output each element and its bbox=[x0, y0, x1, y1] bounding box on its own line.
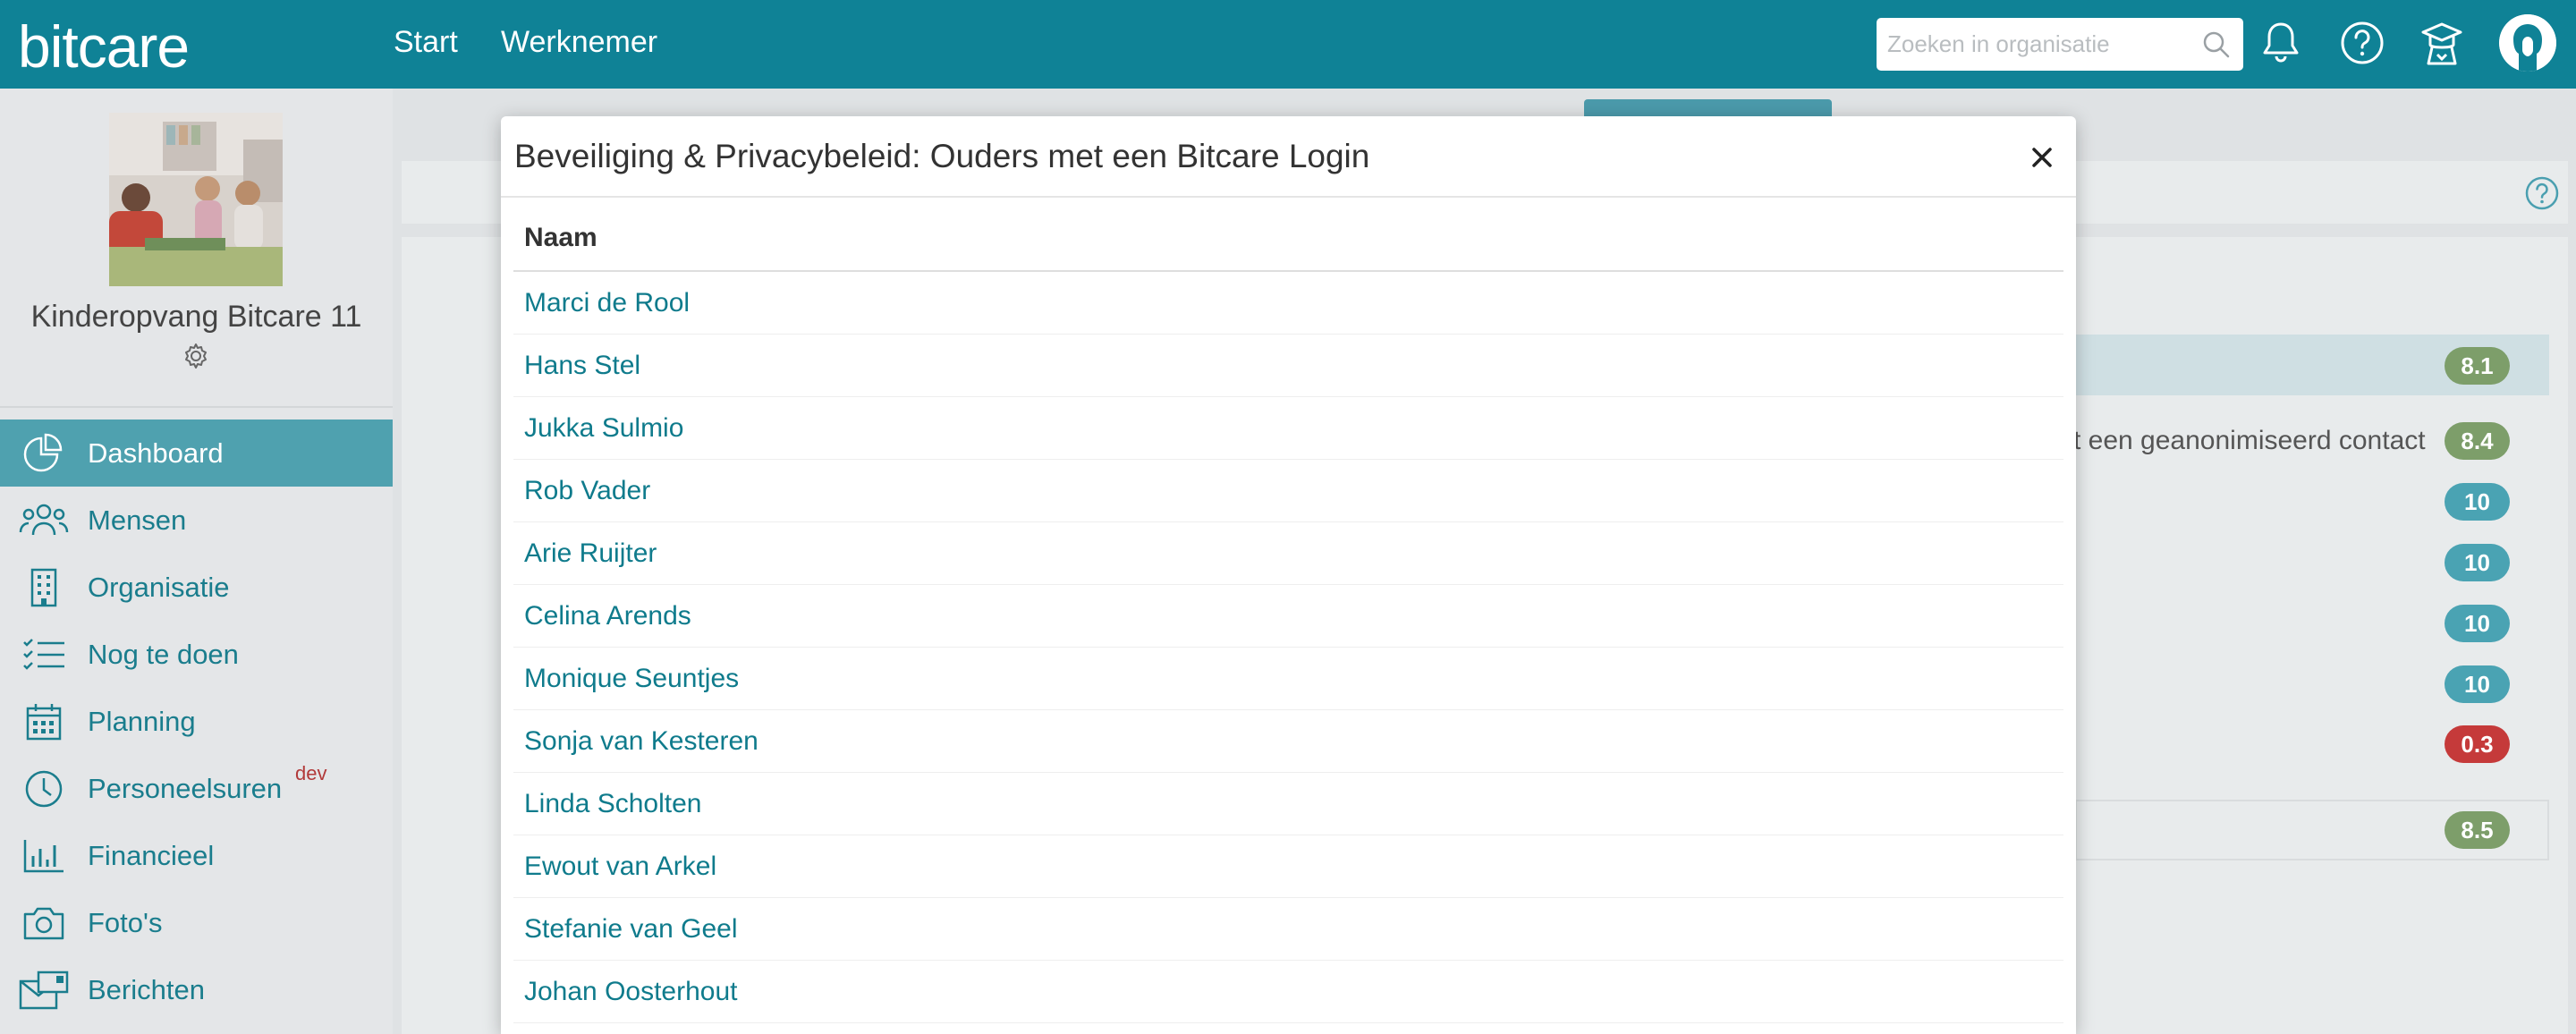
sidebar-item-organisatie[interactable]: Organisatie bbox=[0, 554, 393, 621]
sidebar-menu: Dashboard Mensen Organisatie Nog te doen… bbox=[0, 420, 393, 1023]
close-icon[interactable] bbox=[2024, 140, 2060, 175]
help-icon[interactable] bbox=[2524, 175, 2560, 216]
sidebar-item-planning[interactable]: Planning bbox=[0, 688, 393, 755]
bell-icon[interactable] bbox=[2261, 21, 2301, 70]
modal-title: Beveiliging & Privacybeleid: Ouders met … bbox=[514, 138, 1370, 174]
score-badge: 10 bbox=[2445, 483, 2510, 521]
gear-icon[interactable] bbox=[182, 342, 210, 375]
score-badge: 8.1 bbox=[2445, 347, 2510, 385]
sidebar-item-dashboard[interactable]: Dashboard bbox=[0, 420, 393, 487]
table-row: Celina Arends bbox=[513, 585, 2063, 648]
sidebar-item-nog-te-doen[interactable]: Nog te doen bbox=[0, 621, 393, 688]
table-row: Arie Ruijter bbox=[513, 522, 2063, 585]
calendar-icon bbox=[0, 702, 88, 742]
column-header-naam: Naam bbox=[513, 218, 2063, 272]
parent-link[interactable]: Jukka Sulmio bbox=[524, 413, 683, 444]
privacy-modal: Beveiliging & Privacybeleid: Ouders met … bbox=[501, 116, 2076, 1034]
messages-icon bbox=[0, 970, 88, 1010]
people-icon bbox=[0, 503, 88, 538]
parents-table: Naam Marci de Rool Hans Stel Jukka Sulmi… bbox=[513, 218, 2063, 1023]
sidebar-item-label: Dashboard bbox=[88, 436, 224, 469]
camera-icon bbox=[0, 905, 88, 941]
background-partial-text: t een geanonimiseerd contact bbox=[2073, 426, 2426, 455]
sidebar-item-mensen[interactable]: Mensen bbox=[0, 487, 393, 554]
score-badge: 8.5 bbox=[2445, 811, 2510, 849]
parent-link[interactable]: Johan Oosterhout bbox=[524, 977, 738, 1007]
parent-link[interactable]: Hans Stel bbox=[524, 351, 640, 381]
parent-link[interactable]: Linda Scholten bbox=[524, 789, 702, 819]
table-row: Jukka Sulmio bbox=[513, 397, 2063, 460]
help-icon[interactable] bbox=[2340, 21, 2385, 70]
sidebar-item-label: Mensen bbox=[88, 504, 187, 536]
search-input[interactable] bbox=[1877, 18, 2181, 71]
table-row: Rob Vader bbox=[513, 460, 2063, 522]
sidebar-item-financieel[interactable]: Financieel bbox=[0, 822, 393, 889]
dev-badge: dev bbox=[295, 762, 327, 784]
sidebar-item-fotos[interactable]: Foto's bbox=[0, 889, 393, 956]
table-row: Stefanie van Geel bbox=[513, 898, 2063, 961]
parent-link[interactable]: Celina Arends bbox=[524, 601, 691, 631]
nav-start[interactable]: Start bbox=[394, 25, 458, 60]
table-row: Ewout van Arkel bbox=[513, 835, 2063, 898]
score-badge: 10 bbox=[2445, 544, 2510, 581]
clock-icon bbox=[0, 768, 88, 809]
organisation-name: Kinderopvang Bitcare 11 bbox=[30, 300, 362, 334]
modal-header: Beveiliging & Privacybeleid: Ouders met … bbox=[501, 116, 2076, 198]
sidebar-item-label: Foto's bbox=[88, 906, 163, 938]
parent-link[interactable]: Marci de Rool bbox=[524, 288, 690, 318]
sidebar-item-personeelsuren[interactable]: Personeelsuren dev bbox=[0, 755, 393, 822]
sidebar-divider bbox=[0, 406, 393, 408]
sidebar: Kinderopvang Bitcare 11 Dashboard Mensen… bbox=[0, 89, 393, 1034]
parent-link[interactable]: Rob Vader bbox=[524, 476, 650, 506]
parent-link[interactable]: Ewout van Arkel bbox=[524, 852, 716, 882]
search-box bbox=[1877, 18, 2243, 71]
table-row: Linda Scholten bbox=[513, 773, 2063, 835]
bitcare-logo[interactable]: bitcare bbox=[18, 13, 190, 81]
building-icon bbox=[0, 567, 88, 608]
table-row: Sonja van Kesteren bbox=[513, 710, 2063, 773]
sidebar-item-label: Planning bbox=[88, 705, 196, 737]
score-badge: 0.3 bbox=[2445, 725, 2510, 763]
user-avatar[interactable] bbox=[2499, 14, 2556, 72]
pie-chart-icon bbox=[0, 433, 88, 474]
parent-link[interactable]: Stefanie van Geel bbox=[524, 914, 738, 945]
table-row: Monique Seuntjes bbox=[513, 648, 2063, 710]
organisation-photo bbox=[109, 113, 283, 286]
table-row: Johan Oosterhout bbox=[513, 961, 2063, 1023]
sidebar-item-label: Organisatie bbox=[88, 571, 230, 603]
table-row: Marci de Rool bbox=[513, 272, 2063, 335]
parent-link[interactable]: Monique Seuntjes bbox=[524, 664, 739, 694]
score-badge: 10 bbox=[2445, 665, 2510, 703]
nav-werknemer[interactable]: Werknemer bbox=[501, 25, 657, 60]
table-row: Hans Stel bbox=[513, 335, 2063, 397]
graduation-cap-icon[interactable] bbox=[2420, 21, 2463, 72]
search-icon[interactable] bbox=[2202, 30, 2231, 64]
sidebar-item-berichten[interactable]: Berichten bbox=[0, 956, 393, 1023]
bar-chart-icon bbox=[0, 838, 88, 874]
sidebar-item-label: Personeelsuren bbox=[88, 772, 283, 804]
parent-link[interactable]: Sonja van Kesteren bbox=[524, 726, 758, 757]
top-bar: bitcare Start Werknemer bbox=[0, 0, 2576, 89]
checklist-icon bbox=[0, 637, 88, 673]
sidebar-item-label: Berichten bbox=[88, 973, 205, 1005]
score-badge: 8.4 bbox=[2445, 422, 2510, 460]
score-badge: 10 bbox=[2445, 605, 2510, 642]
sidebar-item-label: Financieel bbox=[88, 839, 215, 871]
sidebar-item-label: Nog te doen bbox=[88, 638, 239, 670]
parent-link[interactable]: Arie Ruijter bbox=[524, 538, 657, 569]
